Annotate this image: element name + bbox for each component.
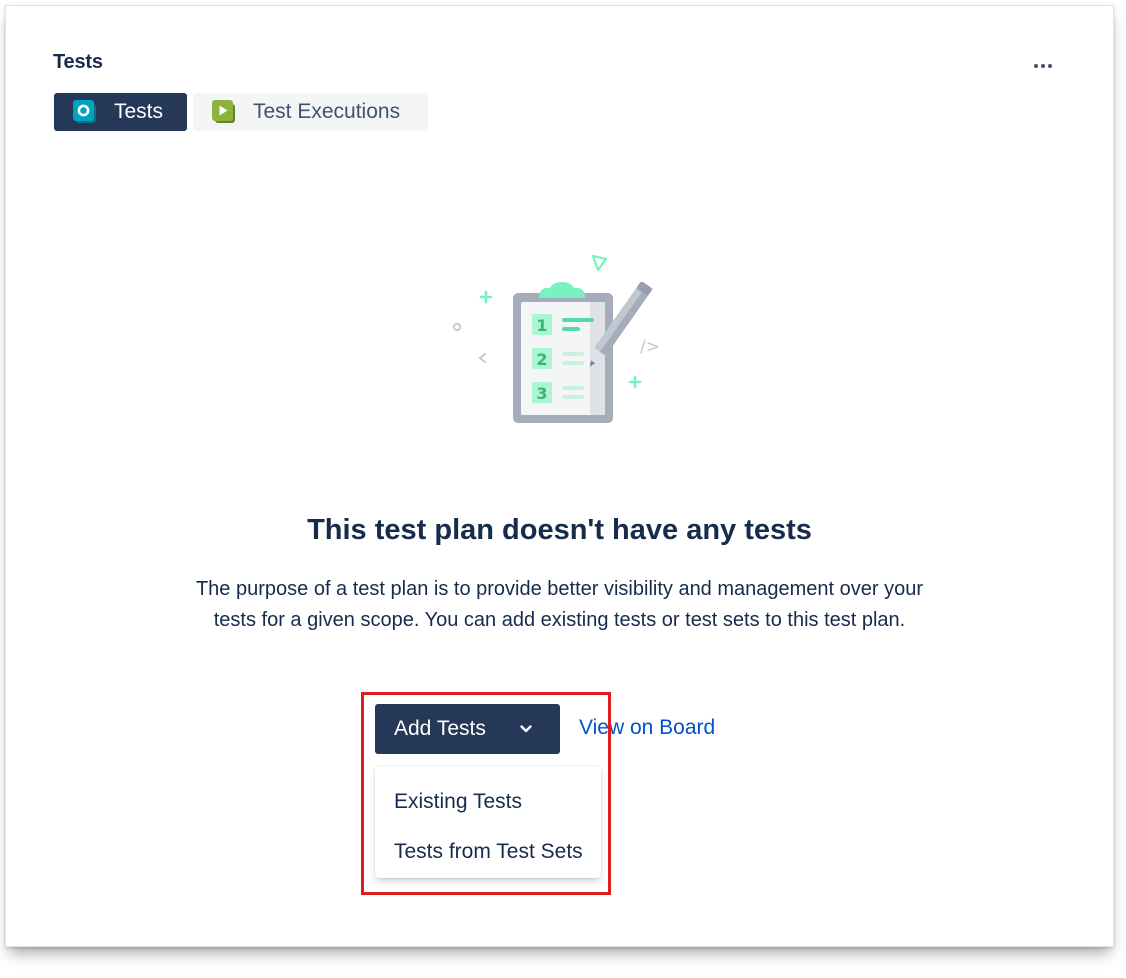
tab-label: Tests — [114, 100, 164, 123]
menu-item-existing-tests[interactable]: Existing Tests — [375, 777, 601, 827]
more-dot — [1048, 64, 1052, 68]
tests-panel: Tests Tests Test Executions /> 1 2 3 Thi… — [5, 5, 1114, 947]
test-icon — [73, 100, 96, 123]
panel-title: Tests — [53, 51, 103, 73]
tab-label: Test Executions — [253, 100, 401, 123]
tab-tests[interactable]: Tests — [54, 93, 187, 131]
more-actions-button[interactable] — [1028, 54, 1058, 78]
clipboard-checklist-illustration: /> 1 2 3 — [452, 254, 660, 423]
row-number: 1 — [536, 316, 547, 335]
code-glyph: /> — [640, 337, 660, 357]
tab-bar: Tests Test Executions — [54, 93, 428, 131]
add-tests-dropdown-menu: Existing Tests Tests from Test Sets — [375, 766, 601, 878]
chevron-down-icon — [520, 725, 532, 733]
add-tests-label: Add Tests — [394, 717, 486, 740]
test-execution-icon — [212, 100, 235, 123]
more-dot — [1041, 64, 1045, 68]
row-number: 2 — [536, 350, 547, 369]
tab-test-executions[interactable]: Test Executions — [193, 93, 428, 131]
add-tests-button[interactable]: Add Tests — [375, 704, 560, 754]
empty-state-heading: This test plan doesn't have any tests — [307, 514, 812, 546]
empty-state-description: The purpose of a test plan is to provide… — [195, 578, 924, 631]
more-horizontal-icon — [1034, 64, 1038, 68]
menu-item-tests-from-test-sets[interactable]: Tests from Test Sets — [375, 827, 601, 877]
row-number: 3 — [536, 384, 547, 403]
view-on-board-link[interactable]: View on Board — [579, 716, 715, 740]
